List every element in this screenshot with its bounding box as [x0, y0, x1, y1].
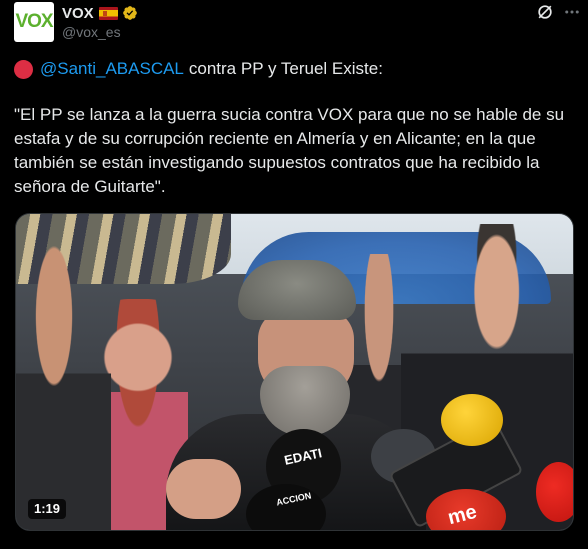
microphone-red-right	[536, 462, 573, 522]
tweet-post: VOX VOX @vox_es @Santi_ABASCAL contra PP…	[0, 0, 588, 549]
verified-badge-icon[interactable]	[122, 5, 138, 21]
bystander-man-left	[16, 244, 111, 530]
grok-icon[interactable]	[535, 2, 555, 22]
avatar-logo-text: VOX	[15, 11, 53, 32]
avatar[interactable]: VOX	[14, 2, 54, 42]
video-duration-badge: 1:19	[28, 499, 67, 519]
video-player[interactable]: EDATI ACCION me 1:19	[15, 213, 574, 531]
author-handle[interactable]: @vox_es	[62, 24, 121, 40]
microphone-yellow	[441, 394, 503, 446]
reporter-hand	[166, 459, 241, 519]
red-circle-icon	[14, 59, 33, 79]
author-name-row: VOX	[62, 3, 138, 23]
tweet-text-line1: @Santi_ABASCAL contra PP y Teruel Existe…	[14, 58, 383, 80]
mention-link[interactable]: @Santi_ABASCAL	[40, 58, 184, 80]
tweet-quote-text: "El PP se lanza a la guerra sucia contra…	[14, 105, 565, 196]
spain-flag-icon	[98, 6, 118, 20]
speaker-cap	[238, 260, 356, 320]
more-options-icon[interactable]	[563, 3, 581, 21]
tweet-line1-text: contra PP y Teruel Existe:	[188, 59, 383, 78]
author-display-name[interactable]: VOX	[62, 5, 94, 22]
